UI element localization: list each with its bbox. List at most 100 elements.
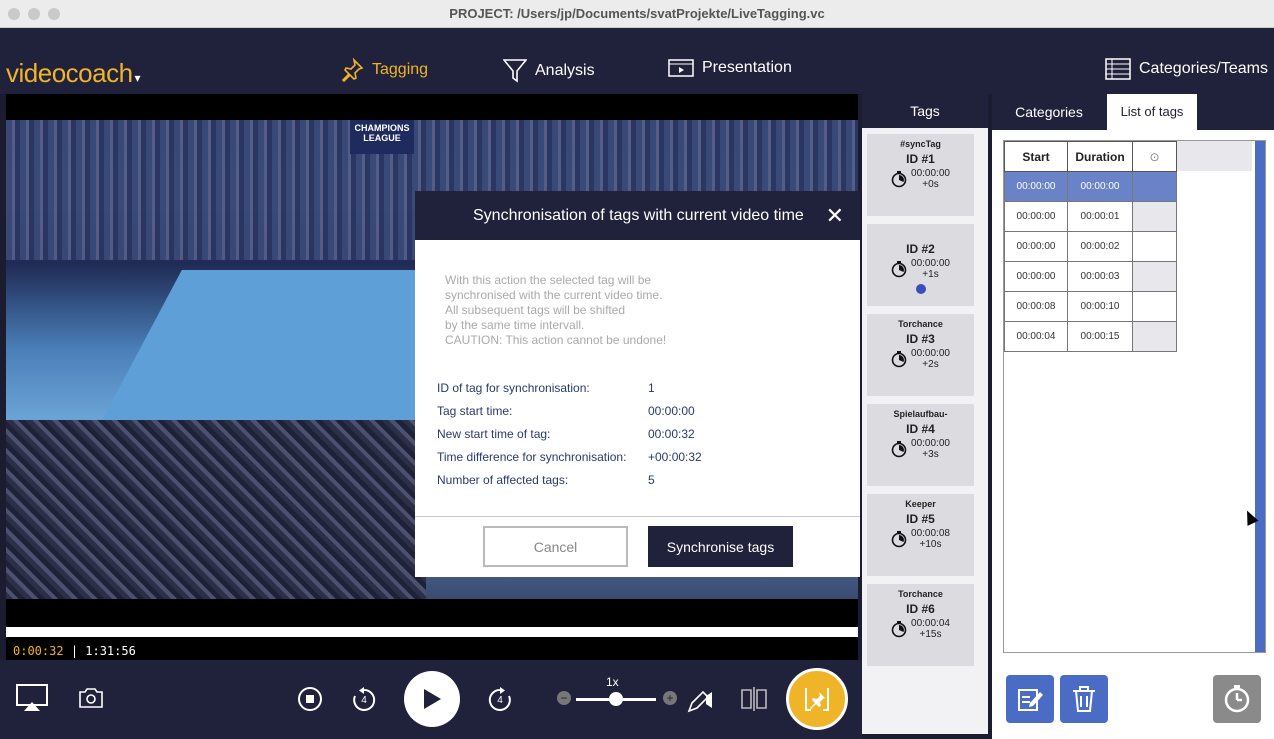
edit-tag-button[interactable]: [1006, 675, 1054, 723]
tag-id: ID #2: [906, 242, 935, 256]
column-header-start[interactable]: Start: [1004, 141, 1068, 172]
tag-offset: +1s: [922, 269, 939, 280]
speed-label: 1x: [606, 675, 619, 689]
table-row[interactable]: 00:00:04 00:00:15: [1004, 321, 1177, 352]
tag-card[interactable]: Torchance ID #6 00:00:04 +15s: [867, 584, 974, 666]
stop-button[interactable]: [297, 686, 323, 712]
audio-tag-button[interactable]: [686, 686, 718, 714]
window-title: PROJECT: /Users/jp/Documents/svatProjekt…: [449, 6, 825, 21]
champions-league-logo: CHAMPIONS LEAGUE: [350, 120, 414, 154]
cell-start: 00:00:04: [1004, 321, 1068, 352]
sync-dialog-header: Synchronisation of tags with current vid…: [415, 191, 860, 240]
speed-minus-button[interactable]: −: [557, 691, 571, 705]
total-time: | 1:31:56: [70, 644, 136, 658]
tag-offset: +15s: [919, 629, 942, 640]
top-navigation: videocoach ▾ Tagging Analysis Presentatio…: [0, 28, 1274, 94]
pen-sound-icon: [687, 690, 712, 713]
plus-icon: +: [666, 691, 674, 705]
tag-time: 00:00:00: [911, 438, 950, 449]
tag-card[interactable]: Keeper ID #5 00:00:08 +10s: [867, 494, 974, 576]
tag-card[interactable]: Torchance ID #3 00:00:00 +2s: [867, 314, 974, 396]
nav-tagging[interactable]: Tagging: [340, 58, 428, 82]
sync-time-button[interactable]: [1213, 675, 1261, 723]
cell-extra: [1132, 321, 1177, 352]
speed-slider[interactable]: [576, 692, 656, 706]
tag-time: 00:00:04: [911, 618, 950, 629]
tag-id: ID #4: [906, 422, 935, 436]
tab-list-of-tags[interactable]: List of tags: [1107, 94, 1197, 130]
stopwatch-icon: [891, 441, 907, 458]
tags-table: Start Duration ⊙ 00:00:00 00:00:00 00:00…: [1004, 141, 1177, 352]
tag-card[interactable]: Spielaufbau- ID #4 00:00:00 +3s: [867, 404, 974, 486]
split-icon: [741, 687, 767, 711]
cell-start: 00:00:00: [1004, 231, 1068, 262]
dialog-divider: [415, 516, 860, 517]
nav-presentation[interactable]: Presentation: [668, 58, 792, 78]
cell-start: 00:00:08: [1004, 291, 1068, 322]
app-logo[interactable]: videocoach ▾: [6, 58, 141, 89]
synchronise-tags-button[interactable]: Synchronise tags: [648, 526, 793, 567]
cancel-button[interactable]: Cancel: [483, 526, 628, 567]
tags-table-area: Start Duration ⊙ 00:00:00 00:00:00 00:00…: [1003, 140, 1266, 653]
speed-plus-button[interactable]: +: [663, 691, 677, 705]
warning-line: synchronised with the current video time…: [445, 288, 663, 302]
close-icon[interactable]: ✕: [826, 191, 844, 240]
tag-id: ID #5: [906, 512, 935, 526]
table-row[interactable]: 00:00:00 00:00:01: [1004, 201, 1177, 232]
column-header-extra[interactable]: ⊙: [1132, 141, 1177, 172]
table-row[interactable]: 00:00:00 00:00:02: [1004, 231, 1177, 262]
tag-pin-button[interactable]: [786, 668, 848, 730]
sync-dialog-title: Synchronisation of tags with current vid…: [473, 207, 804, 224]
right-panel: Categories List of tags Start Duration ⊙…: [992, 94, 1274, 739]
airplay-button[interactable]: [16, 683, 48, 713]
field-value: 5: [648, 473, 655, 487]
tag-category: #syncTag: [900, 139, 941, 149]
tag-time: 00:00:08: [911, 528, 950, 539]
cell-extra: [1132, 231, 1177, 262]
forward-button[interactable]: 4: [486, 686, 514, 714]
speed-slider-knob[interactable]: [609, 692, 623, 706]
right-panel-tabs: Categories List of tags: [992, 94, 1274, 130]
table-row[interactable]: 00:00:08 00:00:10: [1004, 291, 1177, 322]
table-row[interactable]: 00:00:00 00:00:00: [1004, 171, 1177, 202]
field-label: ID of tag for synchronisation:: [437, 381, 590, 395]
warning-line: With this action the selected tag will b…: [445, 273, 652, 287]
edit-icon: [1018, 689, 1043, 711]
tab-categories[interactable]: Categories: [992, 94, 1106, 130]
airplay-icon: [16, 684, 48, 711]
split-view-button[interactable]: [740, 686, 768, 712]
minus-icon: −: [560, 691, 568, 705]
tag-card[interactable]: ID #2 00:00:00 +1s: [867, 224, 974, 306]
video-timecode: 0:00:32 | 1:31:56: [13, 644, 136, 658]
cell-duration: 00:00:03: [1067, 261, 1133, 292]
table-scrollbar[interactable]: [1255, 141, 1265, 652]
column-header-duration[interactable]: Duration: [1067, 141, 1133, 172]
snapshot-button[interactable]: [78, 685, 104, 711]
nav-analysis[interactable]: Analysis: [503, 58, 595, 84]
cell-start: 00:00:00: [1004, 201, 1068, 232]
nav-categories-teams[interactable]: Categories/Teams: [1105, 58, 1268, 80]
video-crowd: [6, 420, 426, 599]
tag-offset: +2s: [922, 359, 939, 370]
video-progress-bar[interactable]: [6, 627, 858, 637]
tag-card[interactable]: #syncTag ID #1 00:00:00 +0s: [867, 134, 974, 216]
trash-icon: [1073, 686, 1095, 712]
table-row[interactable]: 00:00:00 00:00:03: [1004, 261, 1177, 292]
stopwatch-icon: [891, 531, 907, 548]
play-icon: [424, 689, 441, 709]
rewind-button[interactable]: 4: [350, 686, 378, 714]
tag-time: 00:00:00: [911, 348, 950, 359]
current-time: 0:00:32: [13, 644, 64, 658]
field-label: Tag start time:: [437, 404, 513, 418]
pin-icon: [341, 58, 364, 82]
play-button[interactable]: [404, 671, 460, 727]
stopwatch-icon: [891, 351, 907, 368]
nav-presentation-label: Presentation: [702, 59, 792, 76]
tags-panel: Tags #syncTag ID #1 00:00:00 +0s ID #2 00…: [862, 94, 988, 734]
list-icon: [1105, 58, 1131, 80]
delete-tag-button[interactable]: [1060, 675, 1108, 723]
cell-duration: 00:00:02: [1067, 231, 1133, 262]
tag-time: 00:00:00: [911, 258, 950, 269]
field-value: +00:00:32: [648, 450, 702, 464]
cell-duration: 00:00:15: [1067, 321, 1133, 352]
